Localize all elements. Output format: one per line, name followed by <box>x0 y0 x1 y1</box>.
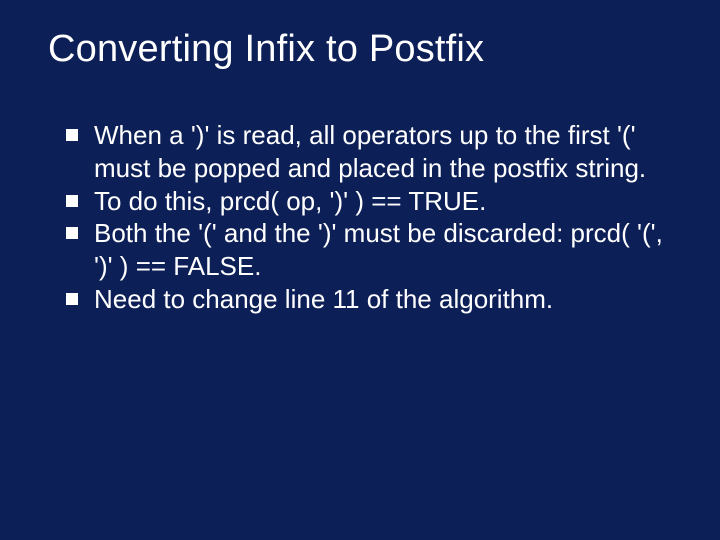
list-item: Both the '(' and the ')' must be discard… <box>66 217 678 283</box>
slide: Converting Infix to Postfix When a ')' i… <box>0 0 720 540</box>
list-item: To do this, prcd( op, ')' ) == TRUE. <box>66 185 678 218</box>
list-item: When a ')' is read, all operators up to … <box>66 119 678 185</box>
list-item: Need to change line 11 of the algorithm. <box>66 283 678 316</box>
slide-title: Converting Infix to Postfix <box>48 28 678 71</box>
bullet-list: When a ')' is read, all operators up to … <box>48 119 678 316</box>
